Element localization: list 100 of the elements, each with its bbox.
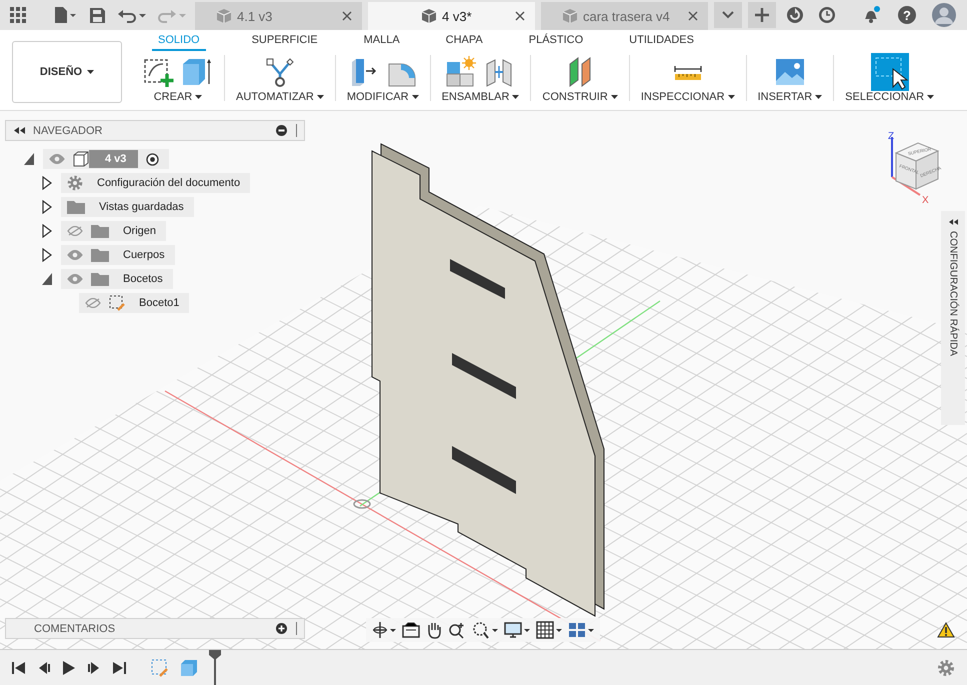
ribbon-tab[interactable]: CHAPA <box>446 30 483 50</box>
bell-icon[interactable] <box>862 6 880 24</box>
caret-icon <box>610 95 618 99</box>
timeline-marker-icon[interactable] <box>209 650 221 685</box>
collapsed-triangle-icon[interactable] <box>41 224 53 238</box>
extrude-box-icon[interactable] <box>181 56 213 88</box>
select-cursor-icon[interactable] <box>870 53 909 91</box>
file-menu-icon[interactable] <box>54 7 76 23</box>
settings-icon[interactable] <box>937 658 955 676</box>
tab-list-button[interactable] <box>714 2 742 28</box>
document-tab[interactable]: 4 v3* <box>368 2 535 30</box>
expanded-triangle-icon[interactable] <box>23 152 35 166</box>
node-graph-icon[interactable] <box>264 56 296 88</box>
document-tab[interactable]: 4.1 v3 <box>195 2 362 30</box>
caret-icon <box>316 95 324 99</box>
caret-icon <box>412 95 419 99</box>
step-forward-icon[interactable] <box>87 660 101 674</box>
radio-active-icon[interactable] <box>146 152 160 166</box>
sketch-icon <box>109 295 125 311</box>
plus-icon <box>755 8 769 22</box>
caret-icon <box>927 95 934 99</box>
display-icon[interactable] <box>504 621 530 639</box>
ribbon-tab[interactable]: MALLA <box>364 30 400 50</box>
ribbon-tab[interactable]: PLÁSTICO <box>528 30 584 50</box>
cube-icon <box>217 9 231 23</box>
caret-icon <box>728 95 735 99</box>
tool-group-menu[interactable]: CONSTRUIR <box>542 91 618 103</box>
quick-settings-panel[interactable]: CONFIGURACIÓN RÁPIDA <box>941 211 965 425</box>
avatar-icon[interactable] <box>932 3 956 27</box>
expanded-triangle-icon[interactable] <box>41 272 53 286</box>
caret-icon <box>512 95 520 99</box>
tool-group-menu[interactable]: MODIFICAR <box>346 91 419 103</box>
warning-icon[interactable] <box>937 622 955 638</box>
component-cubes-icon[interactable] <box>445 56 478 88</box>
undo-icon[interactable] <box>117 7 147 23</box>
panel-grip-icon[interactable] <box>295 622 298 635</box>
camera-icon[interactable] <box>402 622 420 638</box>
cube-icon <box>73 151 89 167</box>
folder-icon <box>91 224 109 238</box>
tool-group-menu[interactable]: INSPECCIONAR <box>640 91 735 103</box>
zoom-window-icon[interactable] <box>472 621 498 639</box>
sketch-feature-icon[interactable] <box>151 658 169 676</box>
panel-title: CONFIGURACIÓN RÁPIDA <box>948 231 958 356</box>
tool-group-menu[interactable]: AUTOMATIZAR <box>236 91 324 103</box>
folder-icon <box>67 200 85 214</box>
skip-end-icon[interactable] <box>112 660 126 674</box>
close-icon[interactable] <box>342 11 352 21</box>
skip-start-icon[interactable] <box>12 660 26 674</box>
tree-item[interactable]: Bocetos <box>61 269 173 289</box>
tree-item[interactable]: Boceto1 <box>79 293 190 313</box>
apps-grid-icon[interactable] <box>10 7 26 23</box>
folder-icon <box>91 272 109 286</box>
zoom-icon[interactable] <box>448 621 466 639</box>
grid-icon[interactable] <box>536 621 562 639</box>
cube-icon <box>563 9 577 23</box>
save-icon[interactable] <box>90 8 105 22</box>
tree-item[interactable]: Origen <box>61 221 166 241</box>
step-back-icon[interactable] <box>37 660 51 674</box>
caret-icon <box>815 95 822 99</box>
tree-item[interactable]: Cuerpos <box>61 245 175 265</box>
collapse-arrows-icon[interactable] <box>948 219 958 225</box>
play-icon[interactable] <box>62 660 76 676</box>
collapsed-triangle-icon[interactable] <box>41 176 53 190</box>
tab-title: 4.1 v3 <box>237 8 274 24</box>
collapsed-triangle-icon[interactable] <box>41 248 53 262</box>
tool-group-menu[interactable]: SELECCIONAR <box>845 91 934 103</box>
orbit-icon[interactable] <box>372 621 396 639</box>
collapse-arrows-icon[interactable] <box>14 127 25 134</box>
caret-icon <box>195 95 202 99</box>
close-icon[interactable] <box>515 11 525 21</box>
document-tab[interactable]: cara trasera v4 <box>541 2 708 30</box>
plus-circle-icon[interactable] <box>276 623 287 634</box>
cube-icon <box>422 9 436 23</box>
hand-icon[interactable] <box>426 621 442 639</box>
panel-title: COMENTARIOS <box>34 622 116 634</box>
panel-title: NAVEGADOR <box>33 124 104 136</box>
collapsed-triangle-icon[interactable] <box>41 200 53 214</box>
viewports-icon[interactable] <box>568 621 594 639</box>
help-button[interactable]: ? <box>898 6 916 24</box>
new-tab-button[interactable] <box>748 2 776 28</box>
ribbon-tab[interactable]: UTILIDADES <box>629 30 694 50</box>
caret-icon <box>87 70 94 74</box>
close-icon[interactable] <box>688 11 698 21</box>
image-icon[interactable] <box>774 56 806 88</box>
minus-circle-icon[interactable] <box>276 125 287 136</box>
tree-item[interactable]: Vistas guardadas <box>61 197 194 217</box>
panel-grip-icon[interactable] <box>295 124 298 137</box>
tool-group-menu[interactable]: CREAR <box>154 91 202 103</box>
chevron-down-icon <box>722 11 734 19</box>
workspace-dropdown[interactable]: DISEÑO <box>12 41 122 103</box>
clock-icon[interactable] <box>818 6 836 24</box>
tab-title: cara trasera v4 <box>583 8 671 24</box>
tool-group-menu[interactable]: ENSAMBLAR <box>442 91 520 103</box>
refresh-icon[interactable] <box>786 6 804 24</box>
tool-group-menu[interactable]: INSERTAR <box>758 91 822 103</box>
ribbon-tab[interactable]: SUPERFICIE <box>252 30 318 50</box>
folder-icon <box>91 248 109 262</box>
component-name: 4 v3 <box>89 150 138 168</box>
tab-title: 4 v3* <box>442 8 473 24</box>
tree-item[interactable]: Configuración del documento <box>61 173 250 193</box>
